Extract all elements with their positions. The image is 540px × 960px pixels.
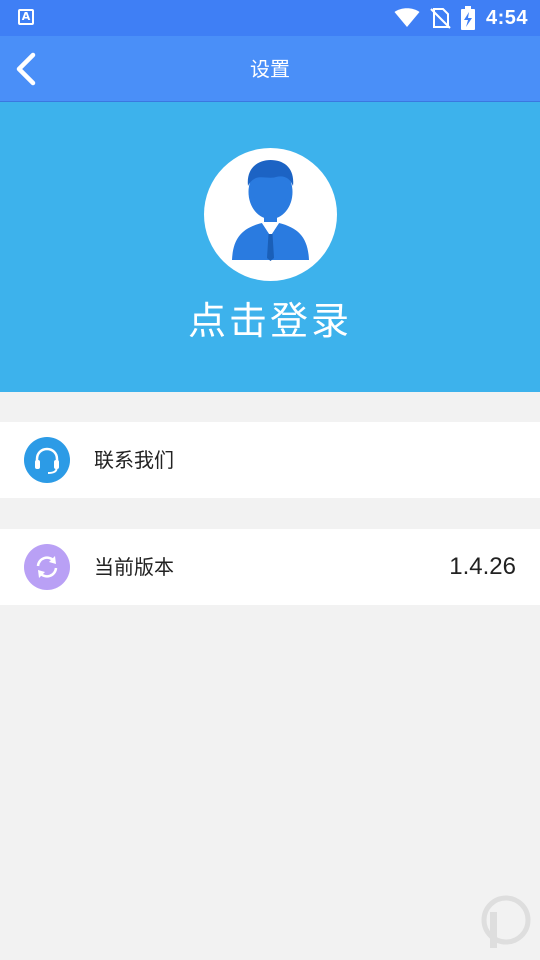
user-icon <box>232 160 309 261</box>
version-row[interactable]: 当前版本 1.4.26 <box>0 529 540 605</box>
chevron-left-icon <box>16 52 36 86</box>
watermark-logo <box>476 892 536 956</box>
login-link[interactable]: 点击登录 <box>0 290 540 345</box>
version-label: 当前版本 <box>94 555 174 579</box>
back-button[interactable] <box>4 44 48 94</box>
no-sim-icon <box>430 8 451 29</box>
page-title: 设置 <box>250 57 290 81</box>
status-time: 4:54 <box>485 6 528 29</box>
refresh-icon <box>24 544 70 590</box>
wifi-icon <box>394 8 420 27</box>
contact-us-row[interactable]: 联系我们 <box>0 422 540 498</box>
app-notification-icon: A <box>18 9 34 25</box>
contact-us-label: 联系我们 <box>94 448 174 472</box>
version-value: 1.4.26 <box>449 553 516 580</box>
battery-icon <box>460 6 475 30</box>
status-icons: 4:54 <box>394 0 528 36</box>
headset-icon <box>24 437 70 483</box>
profile-banner: 点击登录 <box>0 102 540 392</box>
nav-bar: 设置 <box>0 36 540 102</box>
avatar[interactable] <box>204 148 337 281</box>
status-bar: A 4:54 <box>0 0 540 36</box>
